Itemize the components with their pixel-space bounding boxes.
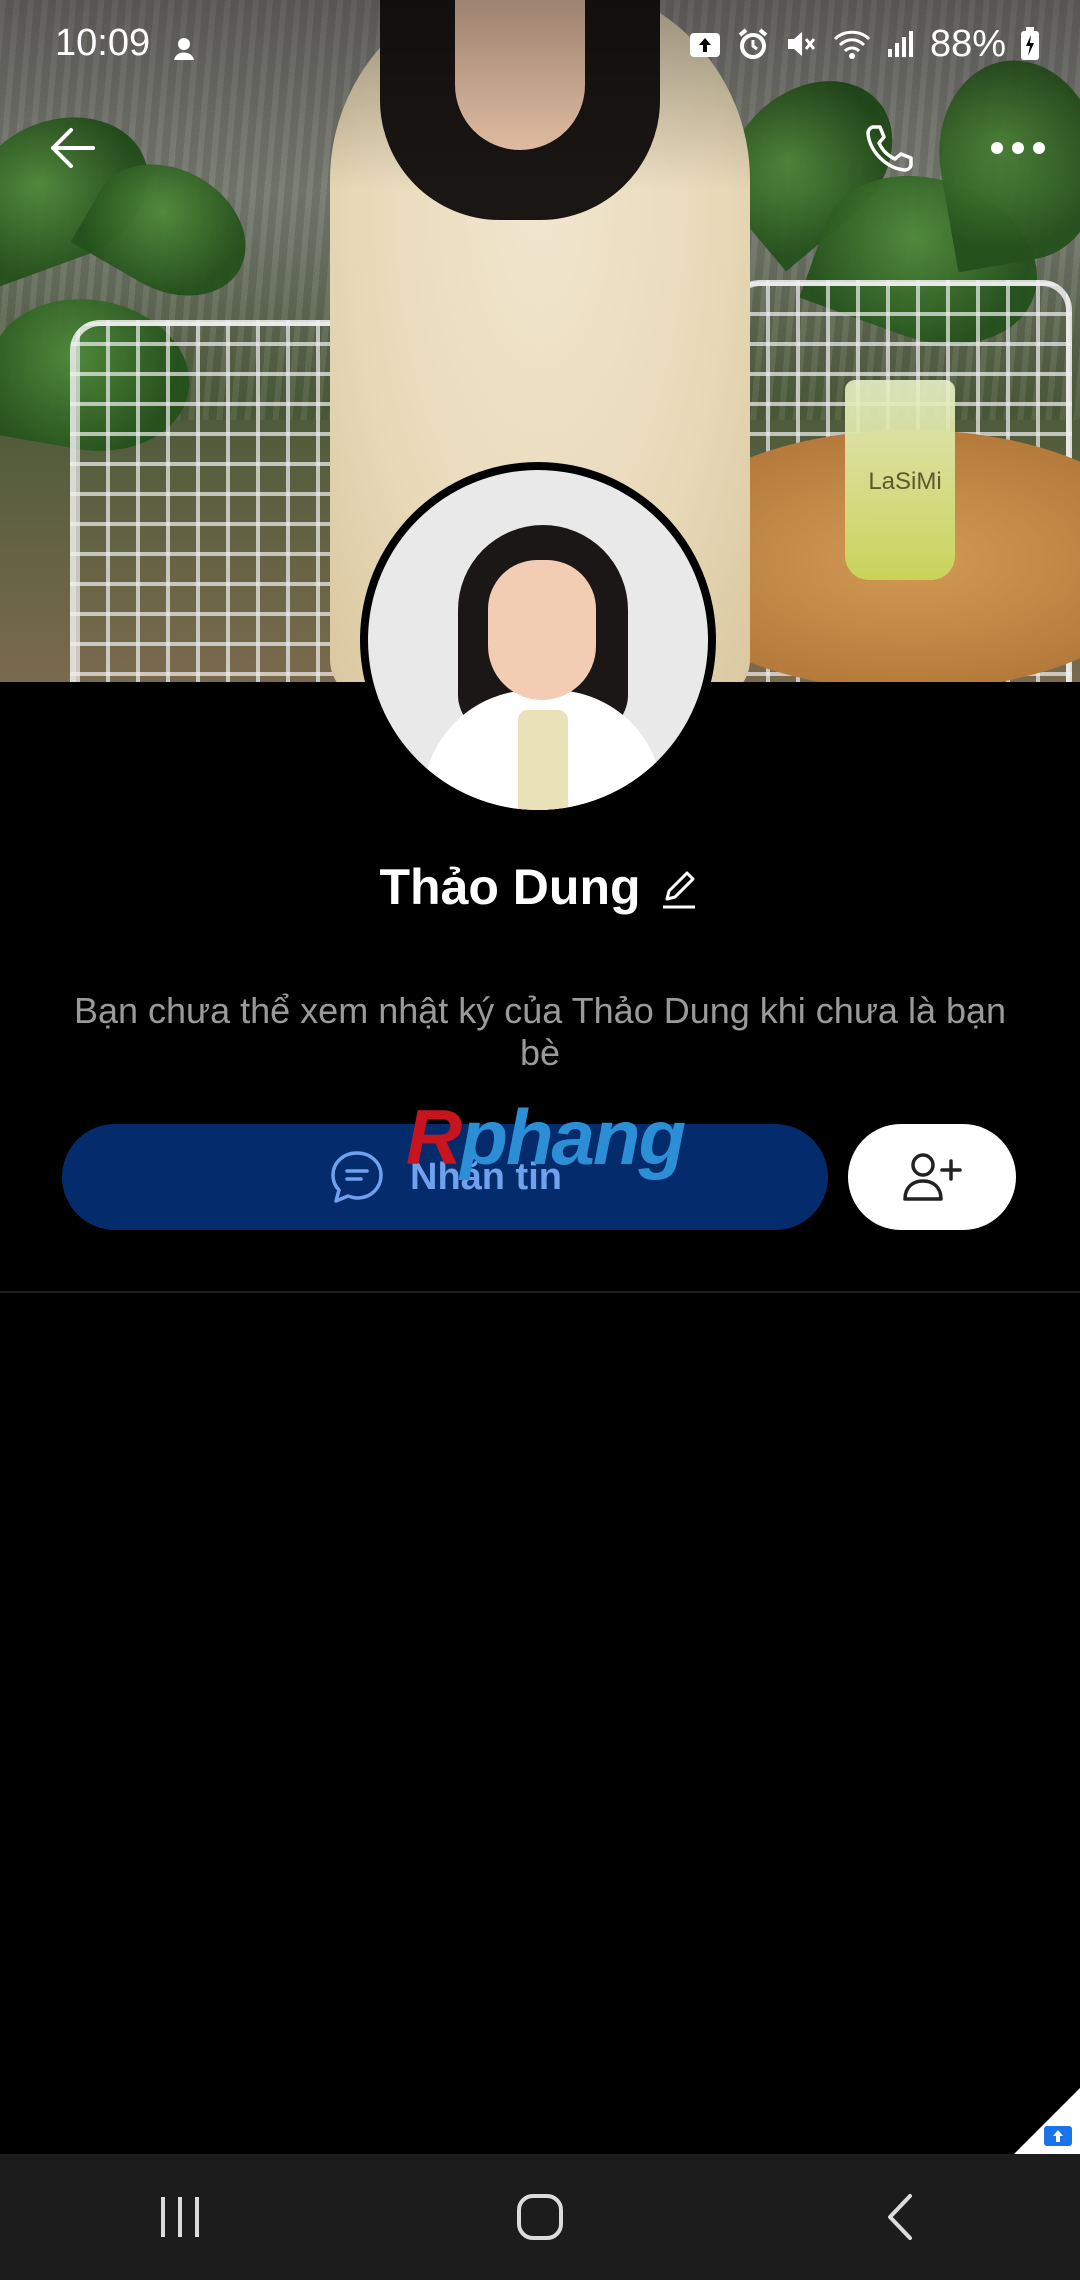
add-friend-button[interactable] [848, 1124, 1016, 1230]
recents-icon [161, 2197, 199, 2237]
call-button[interactable] [850, 108, 930, 188]
signal-icon [886, 29, 916, 59]
alarm-icon [736, 27, 770, 61]
home-button[interactable] [480, 2177, 600, 2257]
back-button[interactable] [32, 108, 112, 188]
phone-icon [866, 125, 913, 172]
profile-name-row: Thảo Dung [0, 858, 1080, 916]
corner-upload-badge[interactable] [1014, 2088, 1080, 2154]
wifi-icon [832, 28, 872, 60]
status-icons: 88% [688, 22, 1040, 65]
recents-button[interactable] [120, 2177, 240, 2257]
chair [70, 320, 362, 682]
home-icon [517, 2194, 563, 2240]
status-bar: 10:09 88% [0, 0, 1080, 86]
section-divider [0, 1291, 1080, 1293]
avatar[interactable] [360, 462, 716, 818]
privacy-info-text: Bạn chưa thể xem nhật ký của Thảo Dung k… [73, 990, 1007, 1073]
profile-name: Thảo Dung [379, 859, 641, 915]
system-back-button[interactable] [840, 2177, 960, 2257]
upload-icon [688, 29, 722, 59]
battery-level: 88% [929, 22, 1006, 65]
add-user-icon [903, 1153, 962, 1201]
more-button[interactable] [978, 108, 1058, 188]
battery-icon [1020, 27, 1040, 61]
more-horizontal-icon [991, 142, 1045, 154]
cup-label: LaSiMi [868, 468, 942, 495]
watermark-logo: Rphang [405, 1093, 686, 1181]
notification-icon [170, 34, 198, 62]
status-time: 10:09 [55, 22, 151, 64]
back-icon [888, 2194, 912, 2240]
avatar-face [488, 560, 596, 700]
chat-bubble-icon [331, 1151, 383, 1203]
system-navigation-bar [0, 2154, 1080, 2280]
pencil-icon[interactable] [661, 865, 701, 909]
mute-icon [784, 27, 818, 61]
avatar-photo [368, 470, 708, 810]
arrow-left-icon [51, 128, 95, 168]
avatar-shirt [518, 710, 568, 810]
